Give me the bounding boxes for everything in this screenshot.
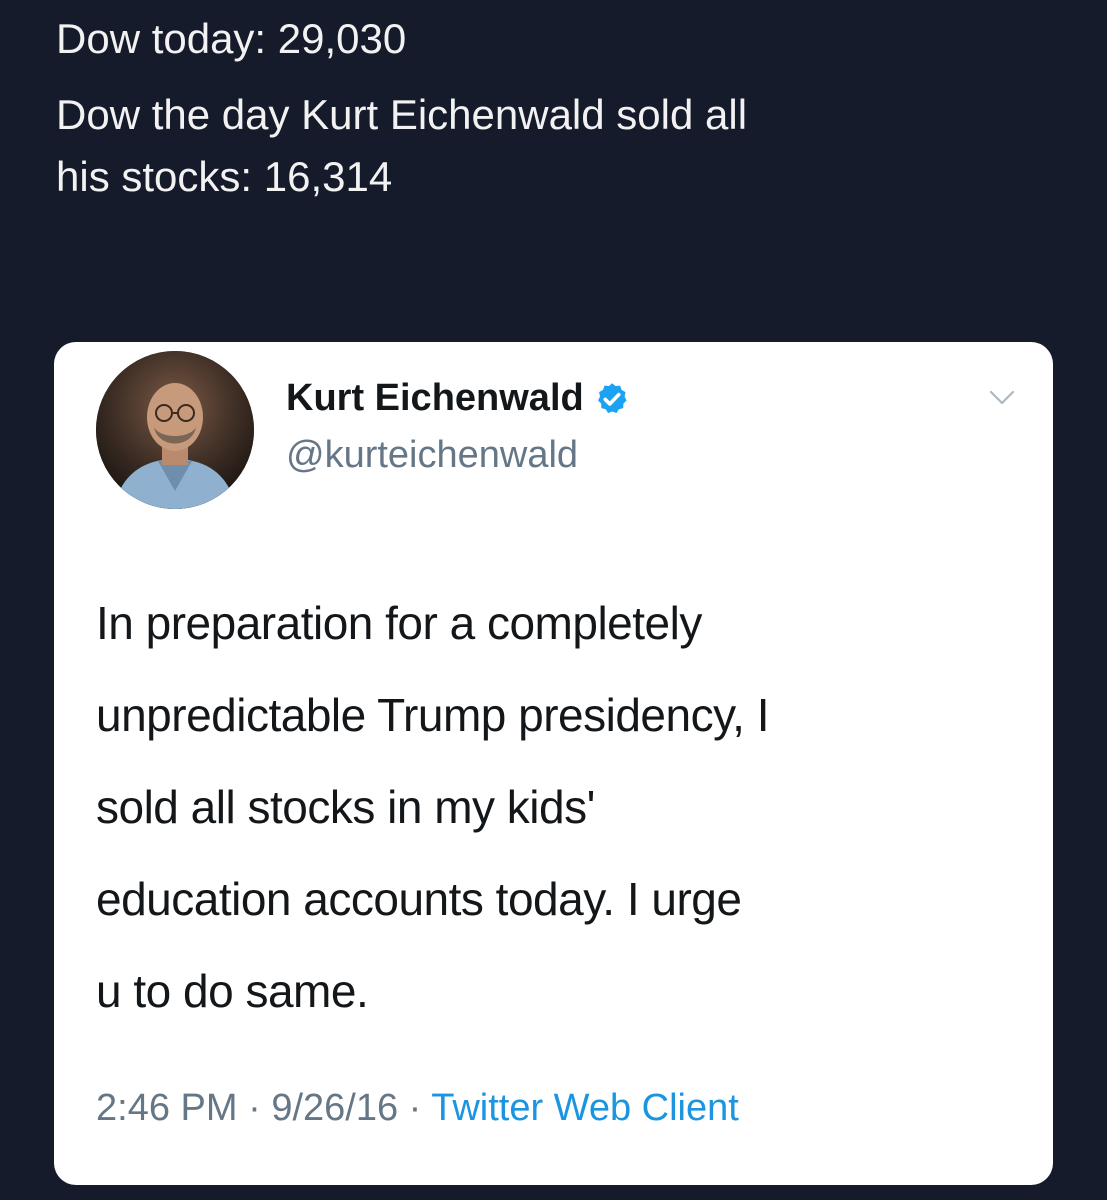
tweet-client-link[interactable]: Twitter Web Client	[431, 1087, 739, 1129]
tweet-text-line: u to do same.	[96, 965, 369, 1017]
meta-separator: ·	[398, 1087, 432, 1129]
tweet-metadata: 2:46 PM · 9/26/16 · Twitter Web Client	[96, 1087, 739, 1130]
user-handle[interactable]: @kurteichenwald	[286, 434, 578, 477]
tweet-date[interactable]: 9/26/16	[271, 1087, 398, 1129]
verified-badge-icon	[597, 382, 627, 413]
avatar-image	[96, 351, 254, 509]
caption-line-dow-sold-day-2: his stocks: 16,314	[56, 153, 393, 200]
caption-line-dow-today: Dow today: 29,030	[56, 15, 407, 62]
tweet-text-line: In preparation for a completely	[96, 597, 702, 649]
tweet-text-line: education accounts today. I urge	[96, 873, 742, 925]
tweet-text: In preparation for a completely unpredic…	[96, 577, 1016, 1037]
tweet-card: Kurt Eichenwald @kurteichenwald In prepa…	[54, 342, 1053, 1185]
caption: Dow today: 29,030 Dow the day Kurt Eiche…	[56, 8, 1056, 208]
meta-separator: ·	[237, 1087, 272, 1129]
tweet-time[interactable]: 2:46 PM	[96, 1087, 238, 1129]
caption-line-dow-sold-day-1: Dow the day Kurt Eichenwald sold all	[56, 91, 748, 138]
tweet-text-line: sold all stocks in my kids'	[96, 781, 595, 833]
display-name[interactable]: Kurt Eichenwald	[286, 377, 584, 420]
author-name-row[interactable]: Kurt Eichenwald	[286, 377, 630, 420]
chevron-down-icon[interactable]	[989, 390, 1015, 406]
avatar[interactable]	[96, 351, 254, 509]
tweet-text-line: unpredictable Trump presidency, I	[96, 689, 770, 741]
